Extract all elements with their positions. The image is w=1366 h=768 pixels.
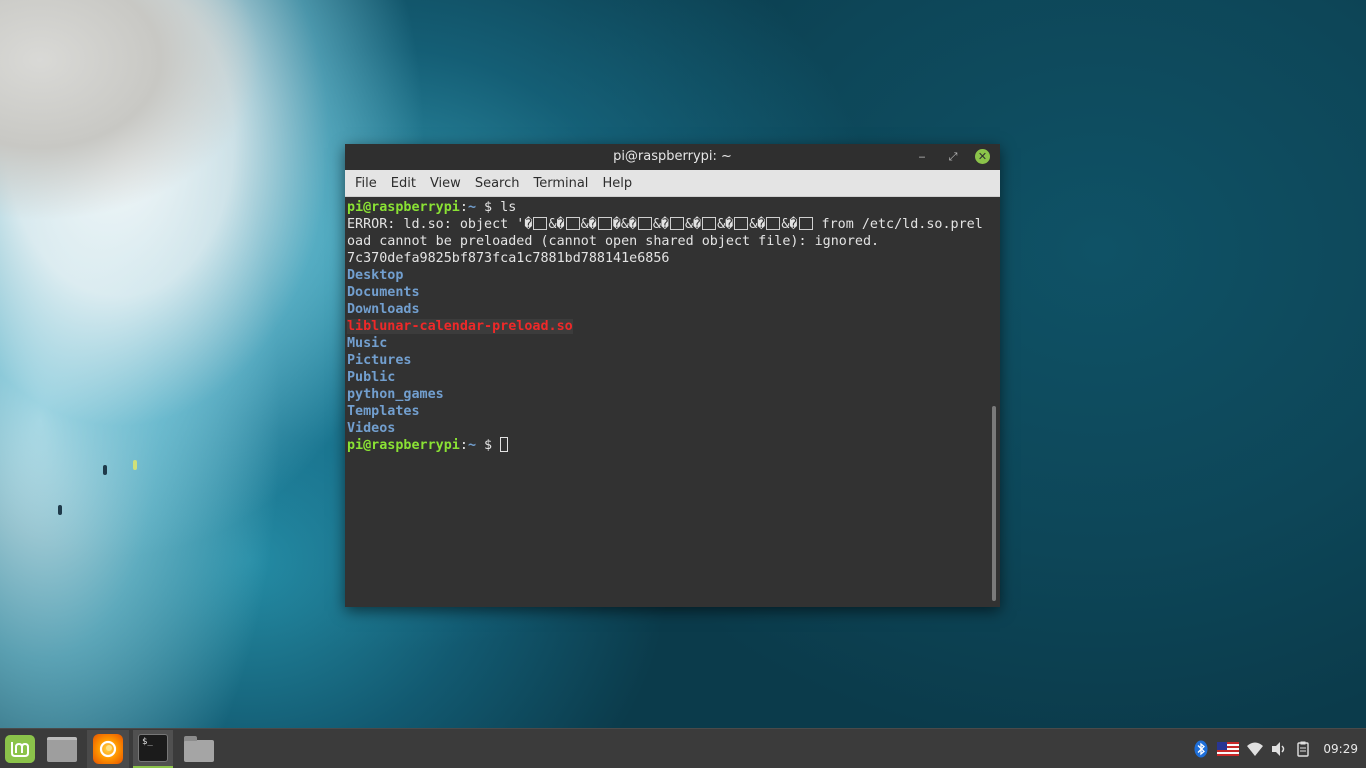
folder-icon bbox=[184, 736, 214, 762]
directory-name: Desktop bbox=[347, 268, 404, 283]
show-desktop-button[interactable] bbox=[41, 730, 83, 768]
directory-name: Templates bbox=[347, 404, 420, 419]
bluetooth-icon[interactable] bbox=[1192, 740, 1210, 758]
missing-glyph-box bbox=[798, 217, 813, 230]
text-cursor bbox=[500, 437, 509, 452]
missing-glyph-box bbox=[565, 217, 580, 230]
missing-glyph-box bbox=[597, 217, 612, 230]
terminal-launcher[interactable]: $_ bbox=[133, 730, 173, 768]
garbled-text: �&� bbox=[612, 217, 637, 232]
terminal-window[interactable]: pi@raspberrypi: ~ ‒ ⤢ ✕ File Edit View S… bbox=[345, 144, 1000, 607]
prompt-path: ~ bbox=[467, 438, 476, 453]
ls-output: 7c370defa9825bf873fca1c7881bd788141e6856… bbox=[347, 250, 986, 437]
current-prompt-line: pi@raspberrypi:~ $ bbox=[347, 437, 986, 454]
garbled-text: &� bbox=[652, 217, 669, 232]
ls-entry: Pictures bbox=[347, 352, 683, 369]
close-button[interactable]: ✕ bbox=[975, 149, 990, 164]
wifi-icon[interactable] bbox=[1246, 740, 1264, 758]
garbled-text: &� bbox=[781, 217, 798, 232]
directory-name: Public bbox=[347, 370, 396, 385]
garbled-text: &� bbox=[749, 217, 766, 232]
missing-glyph-box bbox=[702, 217, 717, 230]
garbled-text: &� bbox=[717, 217, 734, 232]
prompt-path: ~ bbox=[467, 200, 476, 215]
menu-search[interactable]: Search bbox=[468, 176, 527, 191]
garbled-text: &� bbox=[685, 217, 702, 232]
keyboard-layout-flag-icon[interactable] bbox=[1217, 742, 1240, 756]
taskbar: $_ 09:29 bbox=[0, 728, 1366, 768]
surfer bbox=[58, 505, 62, 515]
file-name: 7c370defa9825bf873fca1c7881bd788141e6856 bbox=[347, 251, 670, 266]
directory-name: Videos bbox=[347, 421, 396, 436]
minimize-button[interactable]: ‒ bbox=[914, 149, 930, 165]
prompt-symbol: $ bbox=[476, 200, 501, 215]
error-text: ERROR: ld.so: object ' bbox=[347, 217, 525, 232]
ls-entry: Documents bbox=[347, 284, 683, 301]
ls-entry: Desktop bbox=[347, 267, 683, 284]
typed-command: ls bbox=[500, 200, 517, 215]
desktop-icon bbox=[47, 736, 77, 762]
garbled-filename: � &� &� �&� &� &� &� &� &� bbox=[524, 217, 813, 232]
prompt-symbol: $ bbox=[476, 438, 501, 453]
error-message: ERROR: ld.so: object '� &� &� �&� &� &� &� &� &�… bbox=[347, 216, 986, 250]
garbled-text: &� bbox=[548, 217, 565, 232]
ls-entry: Videos bbox=[347, 420, 683, 437]
broken-file-name: liblunar-calendar-preload.so bbox=[347, 319, 573, 334]
ls-entry: python_games bbox=[347, 386, 683, 403]
volume-icon[interactable] bbox=[1270, 740, 1288, 758]
menu-help[interactable]: Help bbox=[595, 176, 639, 191]
menu-terminal[interactable]: Terminal bbox=[526, 176, 595, 191]
menu-view[interactable]: View bbox=[423, 176, 468, 191]
ls-entry: Music bbox=[347, 335, 683, 352]
firefox-launcher[interactable] bbox=[87, 730, 129, 768]
terminal-icon: $_ bbox=[138, 734, 168, 762]
ls-entry: Templates bbox=[347, 403, 683, 420]
mint-menu-button[interactable] bbox=[0, 730, 40, 768]
prompt-user: pi@raspberrypi bbox=[347, 438, 460, 453]
menu-bar: File Edit View Search Terminal Help bbox=[345, 170, 1000, 197]
system-tray: 09:29 bbox=[1189, 729, 1366, 768]
ls-entry: Public bbox=[347, 369, 683, 386]
ls-entry: Downloads bbox=[347, 301, 683, 318]
scrollbar[interactable] bbox=[992, 406, 996, 601]
directory-name: Pictures bbox=[347, 353, 412, 368]
missing-glyph-box bbox=[766, 217, 781, 230]
mint-logo-icon bbox=[5, 735, 35, 763]
terminal-output[interactable]: pi@raspberrypi:~ $ ls ERROR: ld.so: obje… bbox=[345, 197, 1000, 607]
maximize-button[interactable]: ⤢ bbox=[945, 149, 961, 165]
missing-glyph-box bbox=[734, 217, 749, 230]
ls-entry: 7c370defa9825bf873fca1c7881bd788141e6856 bbox=[347, 250, 683, 267]
garbled-text: &� bbox=[580, 217, 597, 232]
title-bar[interactable]: pi@raspberrypi: ~ ‒ ⤢ ✕ bbox=[345, 144, 1000, 170]
prompt-separator: : bbox=[459, 200, 468, 215]
missing-glyph-box bbox=[670, 217, 684, 230]
menu-file[interactable]: File bbox=[348, 176, 384, 191]
surfer bbox=[133, 460, 137, 470]
ls-column-left: 7c370defa9825bf873fca1c7881bd788141e6856… bbox=[347, 250, 683, 352]
surfer bbox=[103, 465, 107, 475]
firefox-icon bbox=[93, 734, 123, 764]
missing-glyph-box bbox=[533, 217, 548, 230]
window-title: pi@raspberrypi: ~ bbox=[613, 149, 732, 164]
ls-column-right: Pictures Public python_games Templates Video… bbox=[347, 352, 683, 437]
directory-name: Documents bbox=[347, 285, 420, 300]
directory-name: python_games bbox=[347, 387, 444, 402]
clock[interactable]: 09:29 bbox=[1323, 742, 1358, 756]
prompt-user: pi@raspberrypi bbox=[347, 200, 460, 215]
menu-edit[interactable]: Edit bbox=[384, 176, 423, 191]
command-line: pi@raspberrypi:~ $ ls bbox=[347, 199, 986, 216]
files-launcher[interactable] bbox=[179, 730, 219, 768]
prompt-separator: : bbox=[459, 438, 468, 453]
clipboard-icon[interactable] bbox=[1294, 740, 1312, 758]
ls-entry: liblunar-calendar-preload.so bbox=[347, 318, 683, 335]
directory-name: Music bbox=[347, 336, 388, 351]
directory-name: Downloads bbox=[347, 302, 420, 317]
missing-glyph-box bbox=[637, 217, 652, 230]
garbled-text: � bbox=[524, 217, 533, 232]
